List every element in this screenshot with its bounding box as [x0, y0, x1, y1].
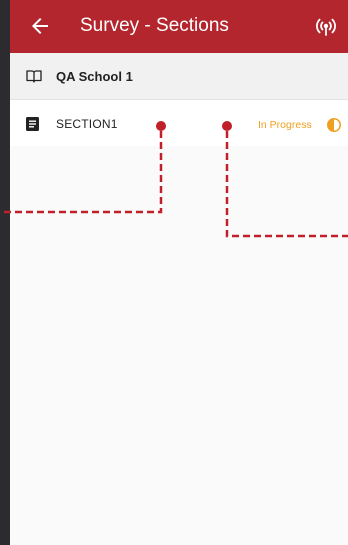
school-name: QA School 1: [56, 69, 133, 84]
half-circle-icon: [327, 118, 341, 132]
app-bar: Survey - Sections: [10, 0, 348, 53]
section-name: SECTION1: [56, 117, 118, 131]
arrow-left-icon[interactable]: [28, 14, 52, 38]
background-strip: [0, 0, 10, 545]
school-header: QA School 1: [10, 53, 348, 100]
status-label: In Progress: [258, 119, 312, 131]
phone-screen: Survey - Sections QA School 1 SECTION1 I…: [10, 0, 348, 545]
section-list-item[interactable]: SECTION1 In Progress: [10, 100, 348, 146]
broadcast-icon[interactable]: [314, 14, 338, 38]
book-open-icon: [26, 70, 42, 83]
document-icon: [26, 117, 39, 131]
page-title: Survey - Sections: [80, 15, 229, 36]
